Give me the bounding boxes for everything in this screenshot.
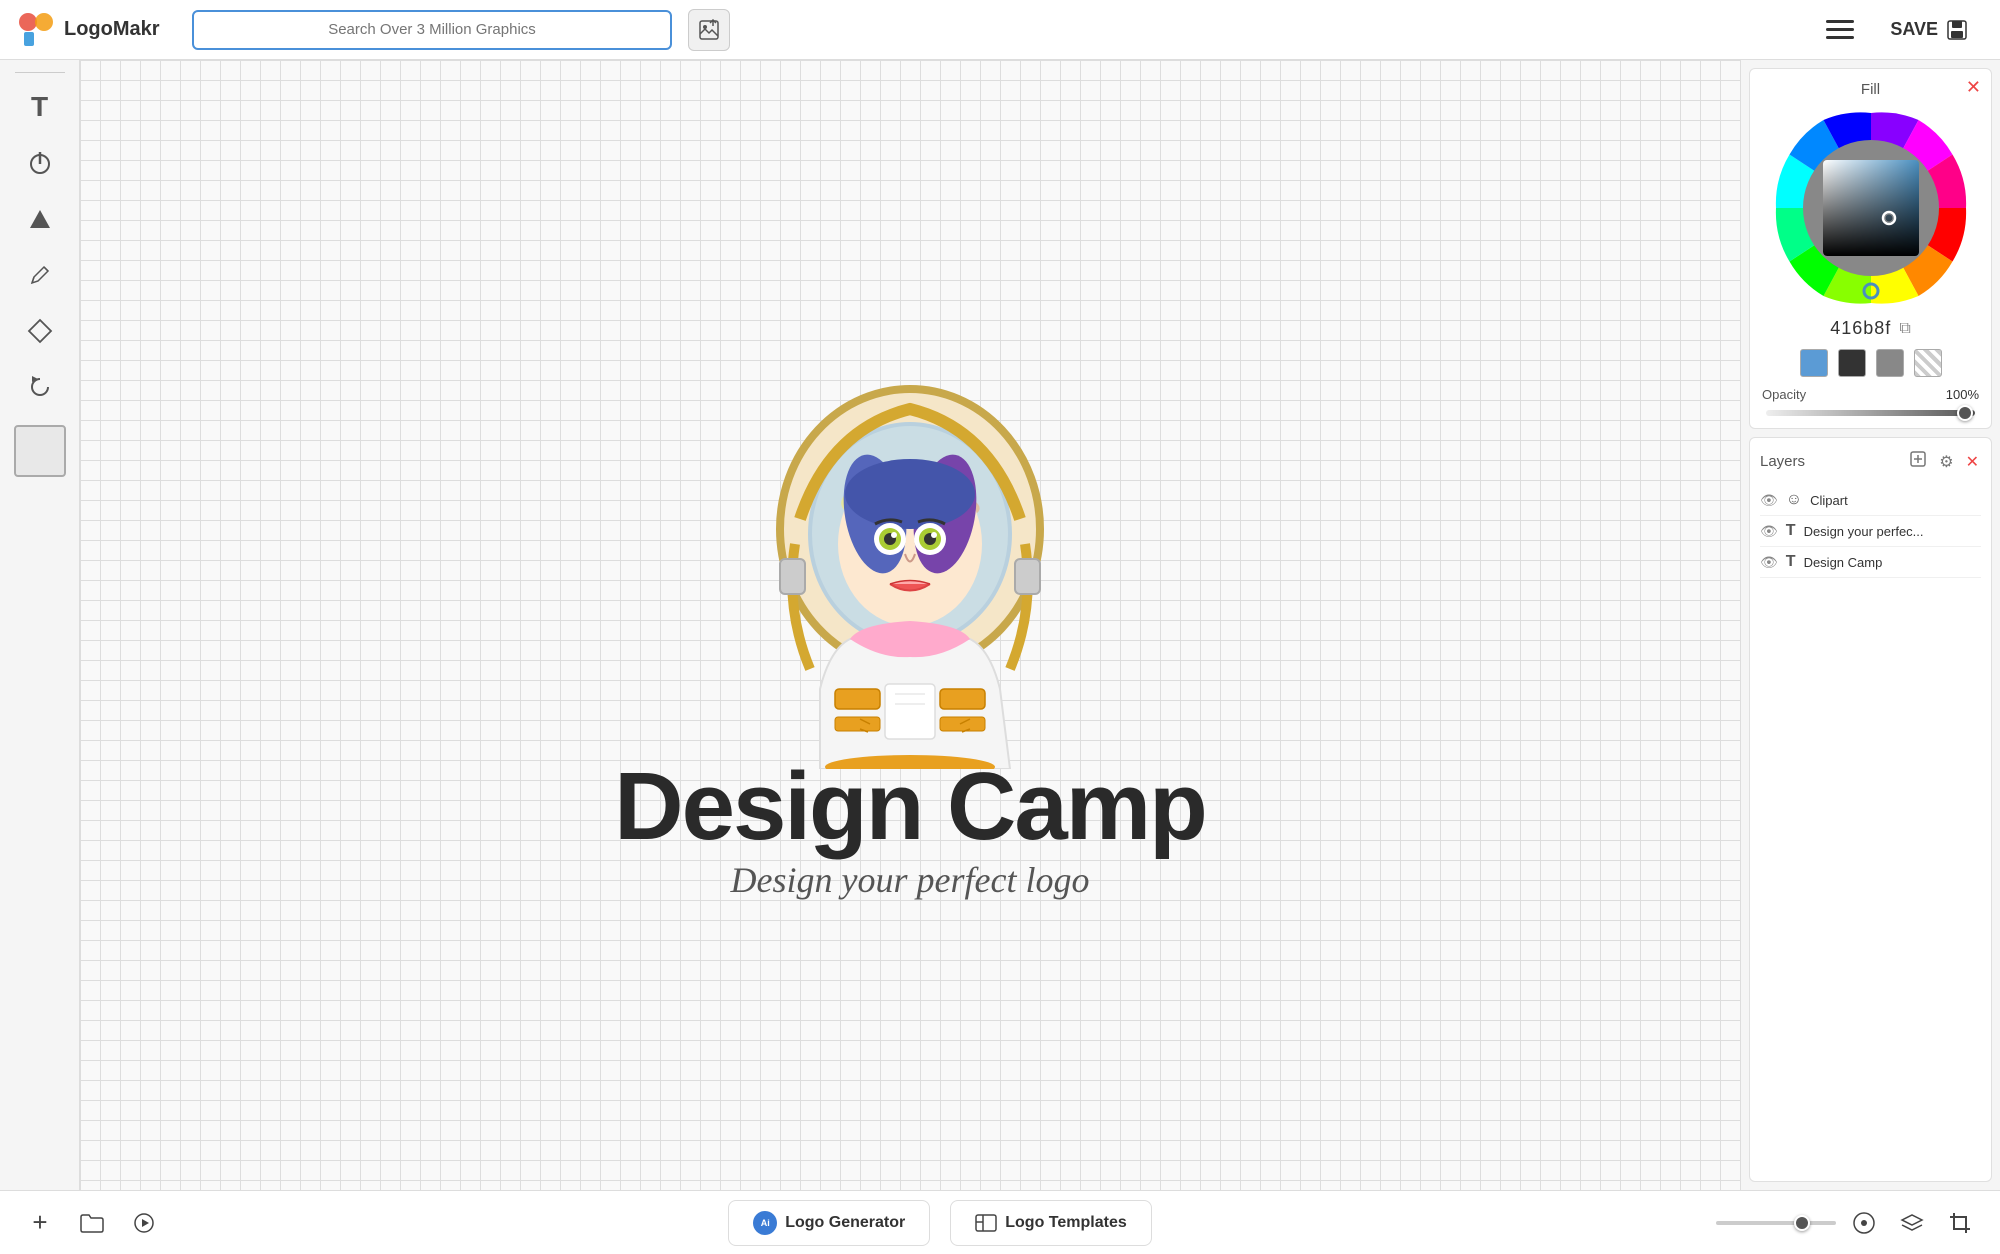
color-wheel-container[interactable] — [1762, 108, 1979, 308]
right-panel: ✕ Fill — [1740, 60, 2000, 1190]
layers-panel: Layers ⚙ ✕ 👁 ☺ Clipart 👁 T — [1749, 437, 1992, 1182]
power-icon — [27, 150, 53, 176]
color-hex-value[interactable]: 416b8f — [1830, 318, 1891, 339]
hamburger-line-2 — [1826, 28, 1854, 31]
logo-subtitle-text[interactable]: Design your perfect logo — [731, 859, 1090, 901]
layer-eye-clipart[interactable]: 👁 — [1760, 492, 1778, 509]
bottom-right-controls — [1716, 1203, 1980, 1243]
search-input[interactable] — [192, 10, 672, 50]
pen-tool-button[interactable] — [12, 249, 68, 301]
zoom-slider[interactable] — [1716, 1221, 1836, 1225]
bottom-center: Ai Logo Generator Logo Templates — [176, 1200, 1704, 1246]
opacity-slider[interactable] — [1766, 410, 1975, 416]
history-icon — [27, 374, 53, 400]
layer-subtitle-icon: T — [1786, 522, 1796, 540]
layer-clipart-name: Clipart — [1810, 493, 1981, 508]
layers-add-button[interactable] — [1907, 448, 1929, 475]
layer-row-clipart[interactable]: 👁 ☺ Clipart — [1760, 485, 1981, 516]
ai-logo-generator-button[interactable]: Ai Logo Generator — [728, 1200, 930, 1246]
power-tool-button[interactable] — [12, 137, 68, 189]
layers-panel-title: Layers — [1760, 453, 1899, 470]
crop-button[interactable] — [1940, 1203, 1980, 1243]
fit-screen-icon — [1852, 1211, 1876, 1235]
opacity-label: Opacity — [1762, 387, 1931, 402]
copy-icon[interactable]: ⧉ — [1899, 320, 1910, 338]
fill-label: Fill — [1762, 81, 1979, 98]
pencil-icon — [28, 263, 52, 287]
logo-templates-button[interactable]: Logo Templates — [950, 1200, 1152, 1246]
left-toolbar: T — [0, 60, 80, 1190]
layer-title-icon: T — [1786, 553, 1796, 571]
crop-icon — [1948, 1211, 1972, 1235]
layer-subtitle-name: Design your perfec... — [1804, 524, 1981, 539]
templates-icon — [975, 1214, 997, 1232]
color-wheel-svg[interactable] — [1771, 108, 1971, 308]
triangle-icon — [28, 208, 52, 230]
fit-to-screen-button[interactable] — [1844, 1203, 1884, 1243]
opacity-value: 100% — [1939, 387, 1979, 402]
logomakr-logo-icon — [16, 10, 56, 50]
layer-eye-title[interactable]: 👁 — [1760, 554, 1778, 571]
layers-toggle-button[interactable] — [1892, 1203, 1932, 1243]
preset-swatch-transparent[interactable] — [1914, 349, 1942, 377]
opacity-row: Opacity 100% — [1762, 387, 1979, 402]
canvas-area[interactable]: Design Camp Design your perfect logo — [80, 60, 1740, 1190]
app-title: LogoMakr — [64, 18, 160, 41]
layer-row-title[interactable]: 👁 T Design Camp — [1760, 547, 1981, 578]
add-icon: + — [32, 1207, 47, 1238]
zoom-slider-thumb[interactable] — [1794, 1215, 1810, 1231]
upload-icon — [698, 19, 720, 41]
bottom-bar: + Ai Logo Generator Logo Templates — [0, 1190, 2000, 1254]
preset-swatch-dark[interactable] — [1838, 349, 1866, 377]
play-icon — [133, 1212, 155, 1234]
ai-icon: Ai — [753, 1211, 777, 1235]
preset-swatch-blue[interactable] — [1800, 349, 1828, 377]
diamond-icon — [27, 318, 53, 344]
layers-header: Layers ⚙ ✕ — [1760, 448, 1981, 475]
text-tool-button[interactable]: T — [12, 81, 68, 133]
hamburger-line-1 — [1826, 20, 1854, 23]
upload-image-button[interactable] — [688, 9, 730, 51]
save-label: SAVE — [1890, 19, 1938, 40]
logo-area: LogoMakr — [16, 10, 176, 50]
zoom-slider-container — [1716, 1221, 1836, 1225]
toolbar-divider-top — [15, 72, 65, 73]
open-folder-button[interactable] — [72, 1203, 112, 1243]
shape-tool-button[interactable] — [12, 193, 68, 245]
opacity-slider-thumb[interactable] — [1957, 405, 1973, 421]
logo-title-text[interactable]: Design Camp — [614, 759, 1205, 855]
layers-icon — [1900, 1212, 1924, 1234]
layer-row-subtitle[interactable]: 👁 T Design your perfec... — [1760, 516, 1981, 547]
preset-colors — [1762, 349, 1979, 377]
header: LogoMakr SAVE — [0, 0, 2000, 60]
save-button[interactable]: SAVE — [1874, 11, 1984, 49]
ai-icon-text: Ai — [761, 1218, 770, 1228]
layers-settings-button[interactable]: ⚙ — [1937, 450, 1955, 474]
fill-tool-button[interactable] — [12, 305, 68, 357]
canvas-thumbnail[interactable] — [14, 425, 66, 477]
color-panel-close-button[interactable]: ✕ — [1966, 77, 1981, 98]
canvas-content: Design Camp Design your perfect logo — [614, 349, 1205, 901]
templates-label: Logo Templates — [1005, 1214, 1127, 1232]
add-element-button[interactable]: + — [20, 1203, 60, 1243]
save-icon — [1946, 19, 1968, 41]
history-tool-button[interactable] — [12, 361, 68, 413]
hamburger-menu-button[interactable] — [1822, 12, 1858, 48]
ai-generator-label: Logo Generator — [785, 1214, 905, 1232]
main-content: T — [0, 60, 2000, 1190]
layer-clipart-icon: ☺ — [1786, 491, 1802, 509]
play-button[interactable] — [124, 1203, 164, 1243]
layer-eye-subtitle[interactable]: 👁 — [1760, 523, 1778, 540]
opacity-slider-container[interactable] — [1762, 410, 1979, 416]
color-hex-row: 416b8f ⧉ — [1762, 318, 1979, 339]
text-icon: T — [31, 91, 48, 123]
hamburger-line-3 — [1826, 36, 1854, 39]
folder-icon — [79, 1212, 105, 1234]
color-panel: ✕ Fill — [1749, 68, 1992, 429]
preset-swatch-gray[interactable] — [1876, 349, 1904, 377]
astronaut-illustration — [720, 349, 1100, 769]
add-layer-icon — [1909, 450, 1927, 468]
layers-close-button[interactable]: ✕ — [1964, 450, 1981, 474]
layer-title-name: Design Camp — [1804, 555, 1981, 570]
